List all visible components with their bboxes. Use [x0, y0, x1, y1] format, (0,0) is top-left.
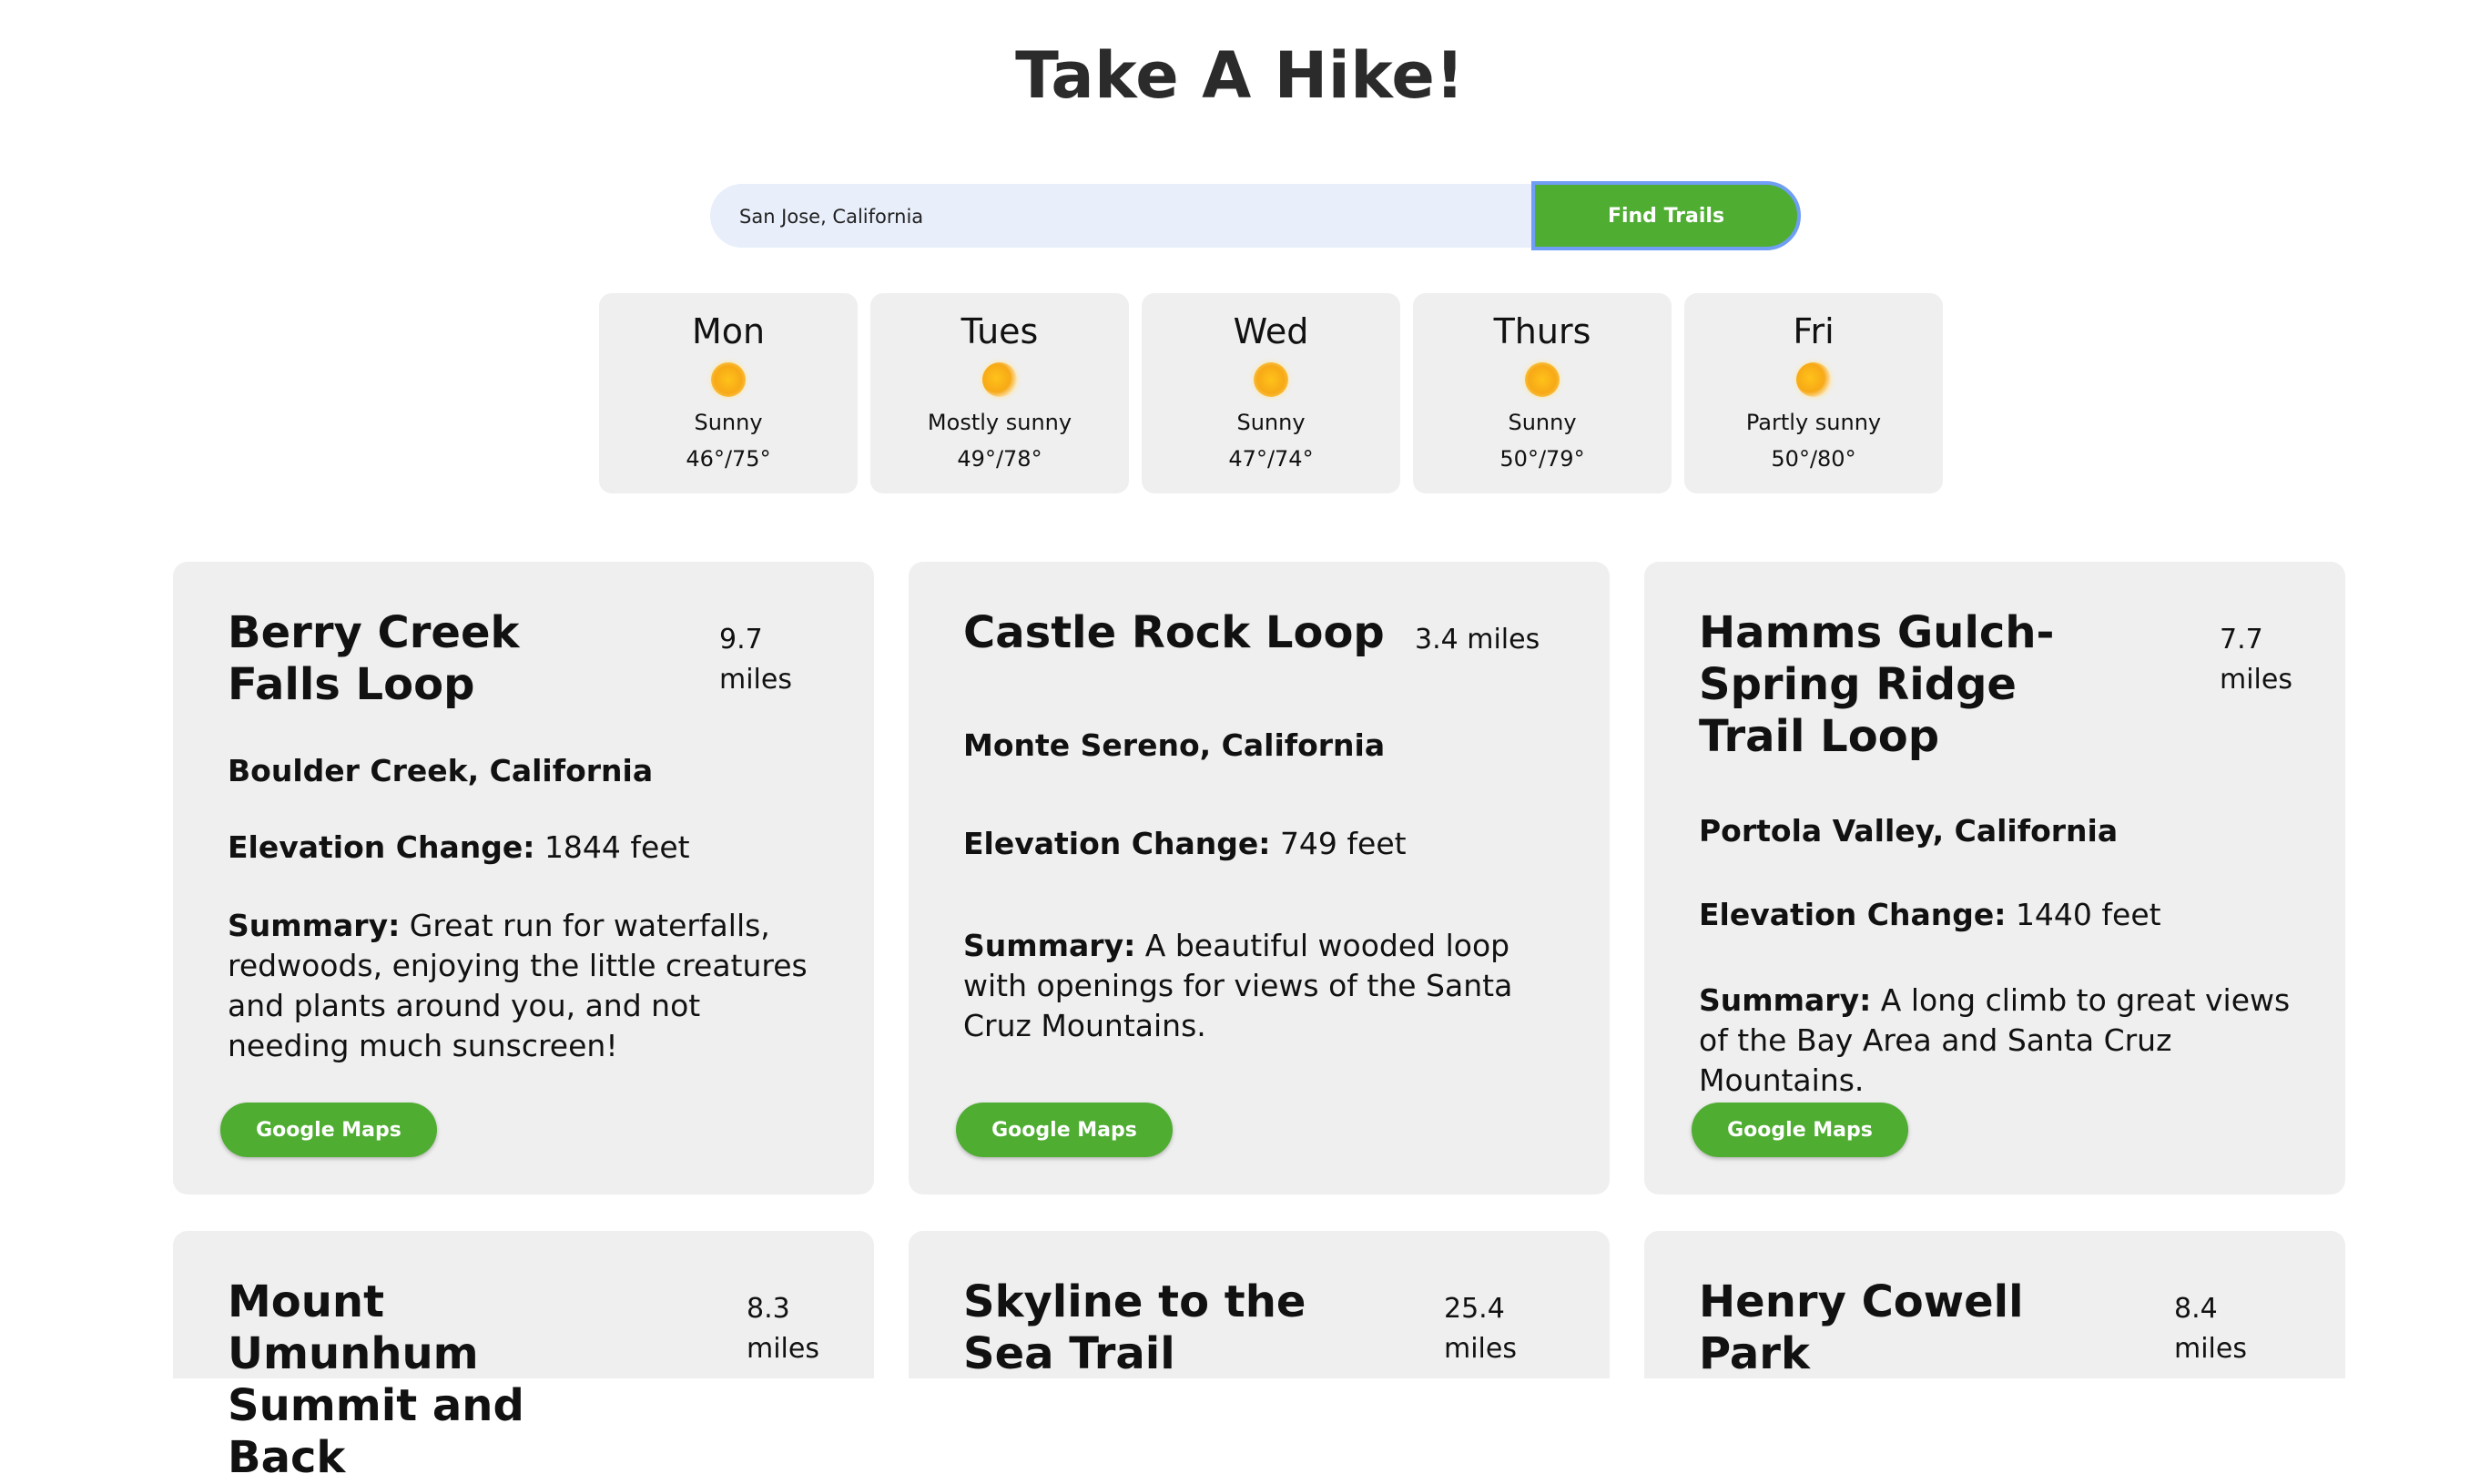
weather-forecast: Mon Sunny 46°/75° Tues Mostly sunny 49°/…: [599, 293, 1943, 493]
forecast-condition: Mostly sunny: [927, 410, 1072, 435]
forecast-temperature: 46°/75°: [686, 446, 771, 472]
trail-location: Monte Sereno, California: [963, 727, 1386, 763]
sun-icon: [1525, 362, 1560, 397]
summary-label: Summary:: [228, 908, 401, 943]
trail-card: Castle Rock Loop 3.4 miles Monte Sereno,…: [909, 562, 1610, 1194]
trail-card: Hamms Gulch-Spring Ridge Trail Loop 7.7 …: [1644, 562, 2345, 1194]
trail-distance: 25.4 miles: [1444, 1293, 1517, 1365]
google-maps-button[interactable]: Google Maps: [1692, 1103, 1908, 1157]
forecast-temperature: 50°/79°: [1499, 446, 1585, 472]
mostly-sunny-icon: [982, 362, 1017, 397]
trail-elevation: Elevation Change: 1844 feet: [228, 829, 690, 865]
trail-name: Henry Cowell Park: [1699, 1276, 2024, 1379]
partly-sunny-icon: [1796, 362, 1831, 397]
forecast-condition: Sunny: [694, 410, 763, 435]
trail-location: Portola Valley, California: [1699, 813, 2119, 849]
trail-card: Mount Umunhum Summit and Back 8.3 miles: [173, 1231, 874, 1483]
google-maps-button[interactable]: Google Maps: [220, 1103, 437, 1157]
forecast-day-name: Thurs: [1493, 311, 1591, 351]
forecast-day-name: Tues: [960, 311, 1039, 351]
forecast-day-card: Mon Sunny 46°/75°: [599, 293, 858, 493]
trail-name: Castle Rock Loop: [963, 607, 1385, 658]
google-maps-button[interactable]: Google Maps: [956, 1103, 1173, 1157]
trail-elevation: Elevation Change: 749 feet: [963, 826, 1407, 861]
forecast-day-card: Fri Partly sunny 50°/80°: [1684, 293, 1943, 493]
forecast-day-card: Tues Mostly sunny 49°/78°: [870, 293, 1129, 493]
forecast-temperature: 50°/80°: [1771, 446, 1856, 472]
sun-icon: [1254, 362, 1288, 397]
forecast-day-name: Fri: [1793, 311, 1835, 351]
elevation-value: 1844 feet: [544, 829, 690, 865]
forecast-condition: Sunny: [1508, 410, 1577, 435]
elevation-label: Elevation Change:: [228, 829, 535, 865]
trail-distance: 8.3 miles: [747, 1293, 819, 1365]
trail-elevation: Elevation Change: 1440 feet: [1699, 897, 2161, 932]
sun-icon: [711, 362, 746, 397]
elevation-label: Elevation Change:: [1699, 897, 2007, 932]
elevation-label: Elevation Change:: [963, 826, 1271, 861]
trail-name: Skyline to the Sea Trail: [963, 1276, 1306, 1379]
forecast-condition: Partly sunny: [1745, 410, 1882, 435]
trail-name: Mount Umunhum Summit and Back: [228, 1276, 524, 1483]
trail-card: Berry Creek Falls Loop 9.7 miles Boulder…: [173, 562, 874, 1194]
trail-location: Boulder Creek, California: [228, 753, 654, 788]
trail-distance: 3.4 miles: [1415, 624, 1540, 656]
summary-label: Summary:: [1699, 982, 1872, 1018]
trail-distance: 9.7 miles: [719, 624, 792, 696]
page-title: Take A Hike!: [1015, 38, 1465, 113]
trail-summary: Summary: A beautiful wooded loop with op…: [963, 926, 1564, 1046]
summary-label: Summary:: [963, 928, 1136, 963]
trail-distance: 8.4 miles: [2174, 1293, 2247, 1365]
forecast-temperature: 49°/78°: [957, 446, 1042, 472]
elevation-value: 1440 feet: [2015, 897, 2161, 932]
find-trails-button[interactable]: Find Trails: [1531, 181, 1801, 250]
forecast-condition: Sunny: [1236, 410, 1306, 435]
trail-card: Henry Cowell Park 8.4 miles: [1644, 1231, 2345, 1379]
trail-summary: Summary: Great run for waterfalls, redwo…: [228, 906, 828, 1066]
forecast-day-card: Wed Sunny 47°/74°: [1142, 293, 1400, 493]
trail-card: Skyline to the Sea Trail 25.4 miles: [909, 1231, 1610, 1379]
forecast-temperature: 47°/74°: [1228, 446, 1314, 472]
trail-name: Hamms Gulch-Spring Ridge Trail Loop: [1699, 607, 2055, 762]
forecast-day-name: Mon: [691, 311, 766, 351]
forecast-day-name: Wed: [1233, 311, 1309, 351]
trail-distance: 7.7 miles: [2220, 624, 2292, 696]
forecast-day-card: Thurs Sunny 50°/79°: [1413, 293, 1672, 493]
trail-summary: Summary: A long climb to great views of …: [1699, 981, 2300, 1101]
location-search-input[interactable]: [737, 184, 1542, 249]
trail-name: Berry Creek Falls Loop: [228, 607, 520, 710]
search-bar: Find Trails: [710, 181, 1801, 250]
elevation-value: 749 feet: [1279, 826, 1407, 861]
